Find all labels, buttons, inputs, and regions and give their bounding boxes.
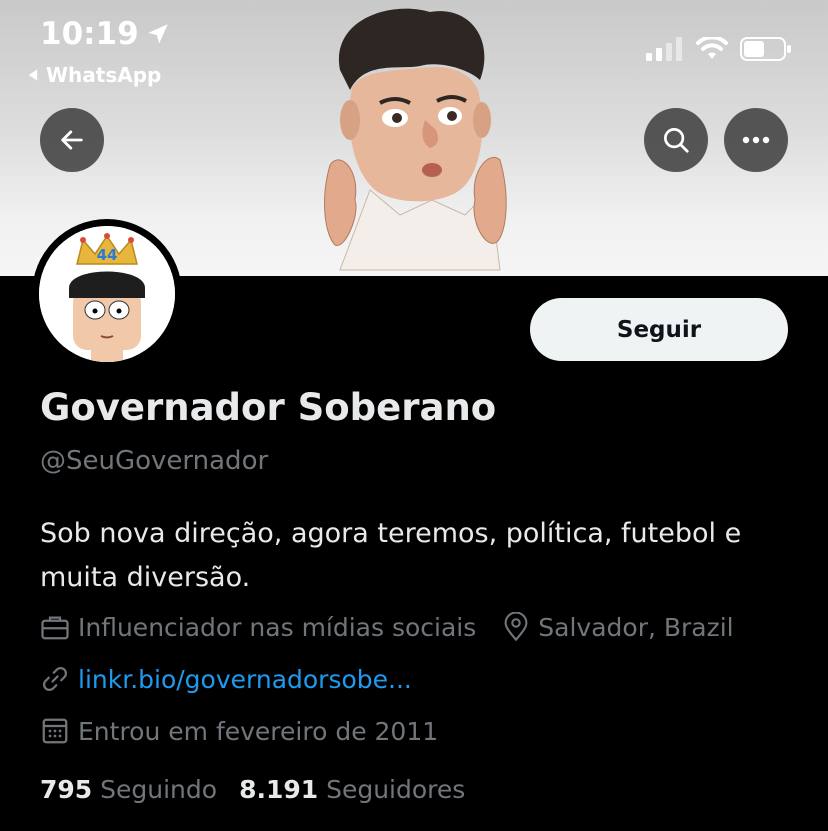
link-icon bbox=[42, 666, 68, 692]
following-count: 795 bbox=[40, 775, 93, 804]
arrow-left-icon bbox=[61, 130, 83, 150]
followers-label: Seguidores bbox=[326, 775, 466, 804]
profile-website[interactable]: linkr.bio/governadorsobe... bbox=[40, 664, 412, 694]
profile-follow-counts: 795 Seguindo 8.191 Seguidores bbox=[40, 775, 465, 804]
location-pin-icon bbox=[504, 612, 528, 642]
status-indicators bbox=[646, 36, 792, 62]
back-button[interactable] bbox=[40, 108, 104, 172]
status-time: 10:19 bbox=[40, 16, 171, 52]
location-arrow-icon bbox=[147, 24, 168, 44]
cellular-signal-icon bbox=[646, 37, 682, 61]
battery-icon bbox=[740, 37, 791, 61]
follow-button[interactable]: Seguir bbox=[530, 298, 788, 361]
profile-display-name: Governador Soberano bbox=[40, 386, 497, 429]
wifi-icon bbox=[696, 37, 728, 59]
profile-meta-row-category-location: Influenciador nas mídias sociais Salvado… bbox=[40, 612, 734, 642]
profile-avatar[interactable]: 44 bbox=[32, 219, 182, 369]
profile-joined: Entrou em fevereiro de 2011 bbox=[40, 716, 438, 746]
more-horizontal-icon bbox=[742, 136, 770, 144]
status-back-app-label: WhatsApp bbox=[46, 63, 162, 87]
profile-category: Influenciador nas mídias sociais bbox=[40, 613, 476, 642]
profile-category-text: Influenciador nas mídias sociais bbox=[78, 612, 477, 642]
following-stat[interactable]: 795 Seguindo bbox=[40, 775, 217, 804]
profile-handle: @SeuGovernador bbox=[40, 446, 269, 476]
avatar-cartoon-image: 44 bbox=[39, 226, 175, 362]
followers-stat[interactable]: 8.191 Seguidores bbox=[239, 775, 465, 804]
profile-link-row: linkr.bio/governadorsobe... bbox=[40, 664, 412, 694]
avatar-image-frame: 44 bbox=[39, 226, 175, 362]
calendar-icon bbox=[42, 718, 68, 744]
briefcase-icon bbox=[41, 616, 69, 640]
back-triangle-icon bbox=[28, 69, 38, 81]
following-label: Seguindo bbox=[100, 775, 218, 804]
profile-bio: Sob nova direção, agora teremos, polític… bbox=[40, 518, 742, 593]
profile-joined-text: Entrou em fevereiro de 2011 bbox=[78, 716, 439, 746]
followers-count: 8.191 bbox=[239, 775, 319, 804]
status-back-to-app[interactable]: WhatsApp bbox=[26, 63, 161, 87]
profile-location: Salvador, Brazil bbox=[502, 612, 734, 642]
crown-number: 44 bbox=[97, 246, 118, 264]
search-icon bbox=[664, 128, 689, 153]
profile-joined-row: Entrou em fevereiro de 2011 bbox=[40, 716, 438, 746]
search-button[interactable] bbox=[644, 108, 708, 172]
profile-website-link[interactable]: linkr.bio/governadorsobe... bbox=[78, 665, 412, 694]
more-options-button[interactable] bbox=[724, 108, 788, 172]
profile-location-text: Salvador, Brazil bbox=[538, 612, 734, 642]
status-time-text: 10:19 bbox=[40, 16, 139, 52]
